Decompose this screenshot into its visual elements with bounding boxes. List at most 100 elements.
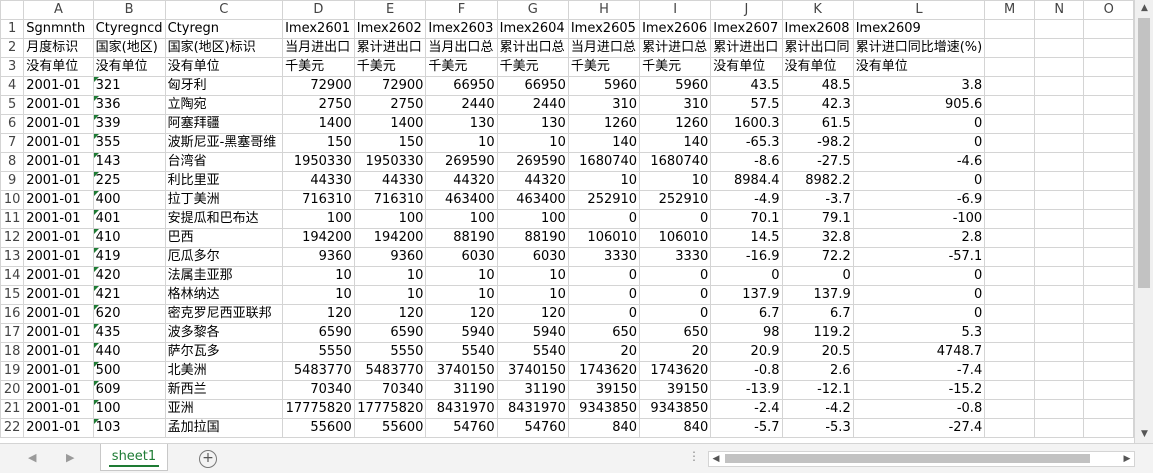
cell-e9[interactable]: 44330 bbox=[353, 171, 427, 191]
row-header[interactable]: 5 bbox=[0, 95, 25, 115]
cell-o8[interactable] bbox=[1083, 152, 1134, 172]
cell-k19[interactable]: 2.6 bbox=[781, 361, 854, 381]
row-header[interactable]: 13 bbox=[0, 247, 25, 267]
cell-m18[interactable] bbox=[984, 342, 1036, 362]
row-header[interactable]: 14 bbox=[0, 266, 25, 286]
cell-e3[interactable]: 千美元 bbox=[353, 57, 427, 77]
column-header-n[interactable]: N bbox=[1034, 0, 1085, 20]
cell-h17[interactable]: 650 bbox=[567, 323, 641, 343]
cell-d9[interactable]: 44330 bbox=[282, 171, 355, 191]
cell-a2[interactable]: 月度标识 bbox=[23, 38, 94, 58]
cell-g10[interactable]: 463400 bbox=[496, 190, 569, 210]
cell-j3[interactable]: 没有单位 bbox=[710, 57, 783, 77]
cell-d4[interactable]: 72900 bbox=[282, 76, 355, 96]
cell-i15[interactable]: 0 bbox=[639, 285, 712, 305]
cell-i19[interactable]: 1743620 bbox=[639, 361, 712, 381]
cell-j2[interactable]: 累计进出口 bbox=[710, 38, 783, 58]
column-header-b[interactable]: B bbox=[92, 0, 166, 20]
cell-j21[interactable]: -2.4 bbox=[710, 399, 783, 419]
row-header[interactable]: 15 bbox=[0, 285, 25, 305]
cell-n8[interactable] bbox=[1034, 152, 1085, 172]
cell-h18[interactable]: 20 bbox=[567, 342, 641, 362]
row-header[interactable]: 9 bbox=[0, 171, 25, 191]
cell-k12[interactable]: 32.8 bbox=[781, 228, 854, 248]
cell-j11[interactable]: 70.1 bbox=[710, 209, 783, 229]
cell-o11[interactable] bbox=[1083, 209, 1134, 229]
cell-l12[interactable]: 2.8 bbox=[852, 228, 986, 248]
cell-a5[interactable]: 2001-01 bbox=[23, 95, 94, 115]
cell-g11[interactable]: 100 bbox=[496, 209, 569, 229]
cell-b16[interactable]: 620 bbox=[92, 304, 166, 324]
cell-n12[interactable] bbox=[1034, 228, 1085, 248]
cell-o20[interactable] bbox=[1083, 380, 1134, 400]
cell-m22[interactable] bbox=[984, 418, 1036, 438]
cell-h10[interactable]: 252910 bbox=[567, 190, 641, 210]
cell-b9[interactable]: 225 bbox=[92, 171, 166, 191]
cell-l6[interactable]: 0 bbox=[852, 114, 986, 134]
cell-e12[interactable]: 194200 bbox=[353, 228, 427, 248]
cell-f18[interactable]: 5540 bbox=[425, 342, 498, 362]
cell-m7[interactable] bbox=[984, 133, 1036, 153]
spreadsheet-grid[interactable]: ABCDEFGHIJKLMNO 1 Sgnmnth Ctyregncd Ctyregn… bbox=[0, 0, 1134, 443]
cell-i6[interactable]: 1260 bbox=[639, 114, 712, 134]
cell-d10[interactable]: 716310 bbox=[282, 190, 355, 210]
cell-c11[interactable]: 安提瓜和巴布达 bbox=[164, 209, 284, 229]
cell-m6[interactable] bbox=[984, 114, 1036, 134]
column-header-h[interactable]: H bbox=[567, 0, 641, 20]
cell-e18[interactable]: 5550 bbox=[353, 342, 427, 362]
cell-f16[interactable]: 120 bbox=[425, 304, 498, 324]
cell-a12[interactable]: 2001-01 bbox=[23, 228, 94, 248]
row-header[interactable]: 1 bbox=[0, 19, 25, 39]
cell-k14[interactable]: 0 bbox=[781, 266, 854, 286]
cell-b3[interactable]: 没有单位 bbox=[92, 57, 166, 77]
cell-m10[interactable] bbox=[984, 190, 1036, 210]
cell-a11[interactable]: 2001-01 bbox=[23, 209, 94, 229]
cell-k22[interactable]: -5.3 bbox=[781, 418, 854, 438]
cell-i10[interactable]: 252910 bbox=[639, 190, 712, 210]
cell-o6[interactable] bbox=[1083, 114, 1134, 134]
cell-j1[interactable]: Imex2607 bbox=[710, 19, 783, 39]
cell-o16[interactable] bbox=[1083, 304, 1134, 324]
cell-j18[interactable]: 20.9 bbox=[710, 342, 783, 362]
column-header-g[interactable]: G bbox=[496, 0, 569, 20]
column-header-m[interactable]: M bbox=[984, 0, 1036, 20]
cell-o13[interactable] bbox=[1083, 247, 1134, 267]
cell-e19[interactable]: 5483770 bbox=[353, 361, 427, 381]
cell-d8[interactable]: 1950330 bbox=[282, 152, 355, 172]
cell-i1[interactable]: Imex2606 bbox=[639, 19, 712, 39]
cell-j7[interactable]: -65.3 bbox=[710, 133, 783, 153]
cell-g22[interactable]: 54760 bbox=[496, 418, 569, 438]
cell-b19[interactable]: 500 bbox=[92, 361, 166, 381]
cell-g18[interactable]: 5540 bbox=[496, 342, 569, 362]
cell-c19[interactable]: 北美洲 bbox=[164, 361, 284, 381]
cell-j5[interactable]: 57.5 bbox=[710, 95, 783, 115]
cell-m21[interactable] bbox=[984, 399, 1036, 419]
cell-i7[interactable]: 140 bbox=[639, 133, 712, 153]
cell-a3[interactable]: 没有单位 bbox=[23, 57, 94, 77]
cell-m1[interactable] bbox=[984, 19, 1036, 39]
cell-l5[interactable]: 905.6 bbox=[852, 95, 986, 115]
column-header-l[interactable]: L bbox=[852, 0, 986, 20]
cell-e20[interactable]: 70340 bbox=[353, 380, 427, 400]
cell-c5[interactable]: 立陶宛 bbox=[164, 95, 284, 115]
cell-o19[interactable] bbox=[1083, 361, 1134, 381]
cell-h15[interactable]: 0 bbox=[567, 285, 641, 305]
cell-g9[interactable]: 44320 bbox=[496, 171, 569, 191]
cell-g16[interactable]: 120 bbox=[496, 304, 569, 324]
cell-b7[interactable]: 355 bbox=[92, 133, 166, 153]
cell-b5[interactable]: 336 bbox=[92, 95, 166, 115]
cell-m14[interactable] bbox=[984, 266, 1036, 286]
cell-k13[interactable]: 72.2 bbox=[781, 247, 854, 267]
cell-o21[interactable] bbox=[1083, 399, 1134, 419]
cell-k4[interactable]: 48.5 bbox=[781, 76, 854, 96]
cell-n7[interactable] bbox=[1034, 133, 1085, 153]
cell-g6[interactable]: 130 bbox=[496, 114, 569, 134]
cell-c12[interactable]: 巴西 bbox=[164, 228, 284, 248]
cell-m5[interactable] bbox=[984, 95, 1036, 115]
cell-l10[interactable]: -6.9 bbox=[852, 190, 986, 210]
row-header[interactable]: 12 bbox=[0, 228, 25, 248]
cell-h6[interactable]: 1260 bbox=[567, 114, 641, 134]
cell-b6[interactable]: 339 bbox=[92, 114, 166, 134]
cell-b18[interactable]: 440 bbox=[92, 342, 166, 362]
cell-g2[interactable]: 累计出口总 bbox=[496, 38, 569, 58]
